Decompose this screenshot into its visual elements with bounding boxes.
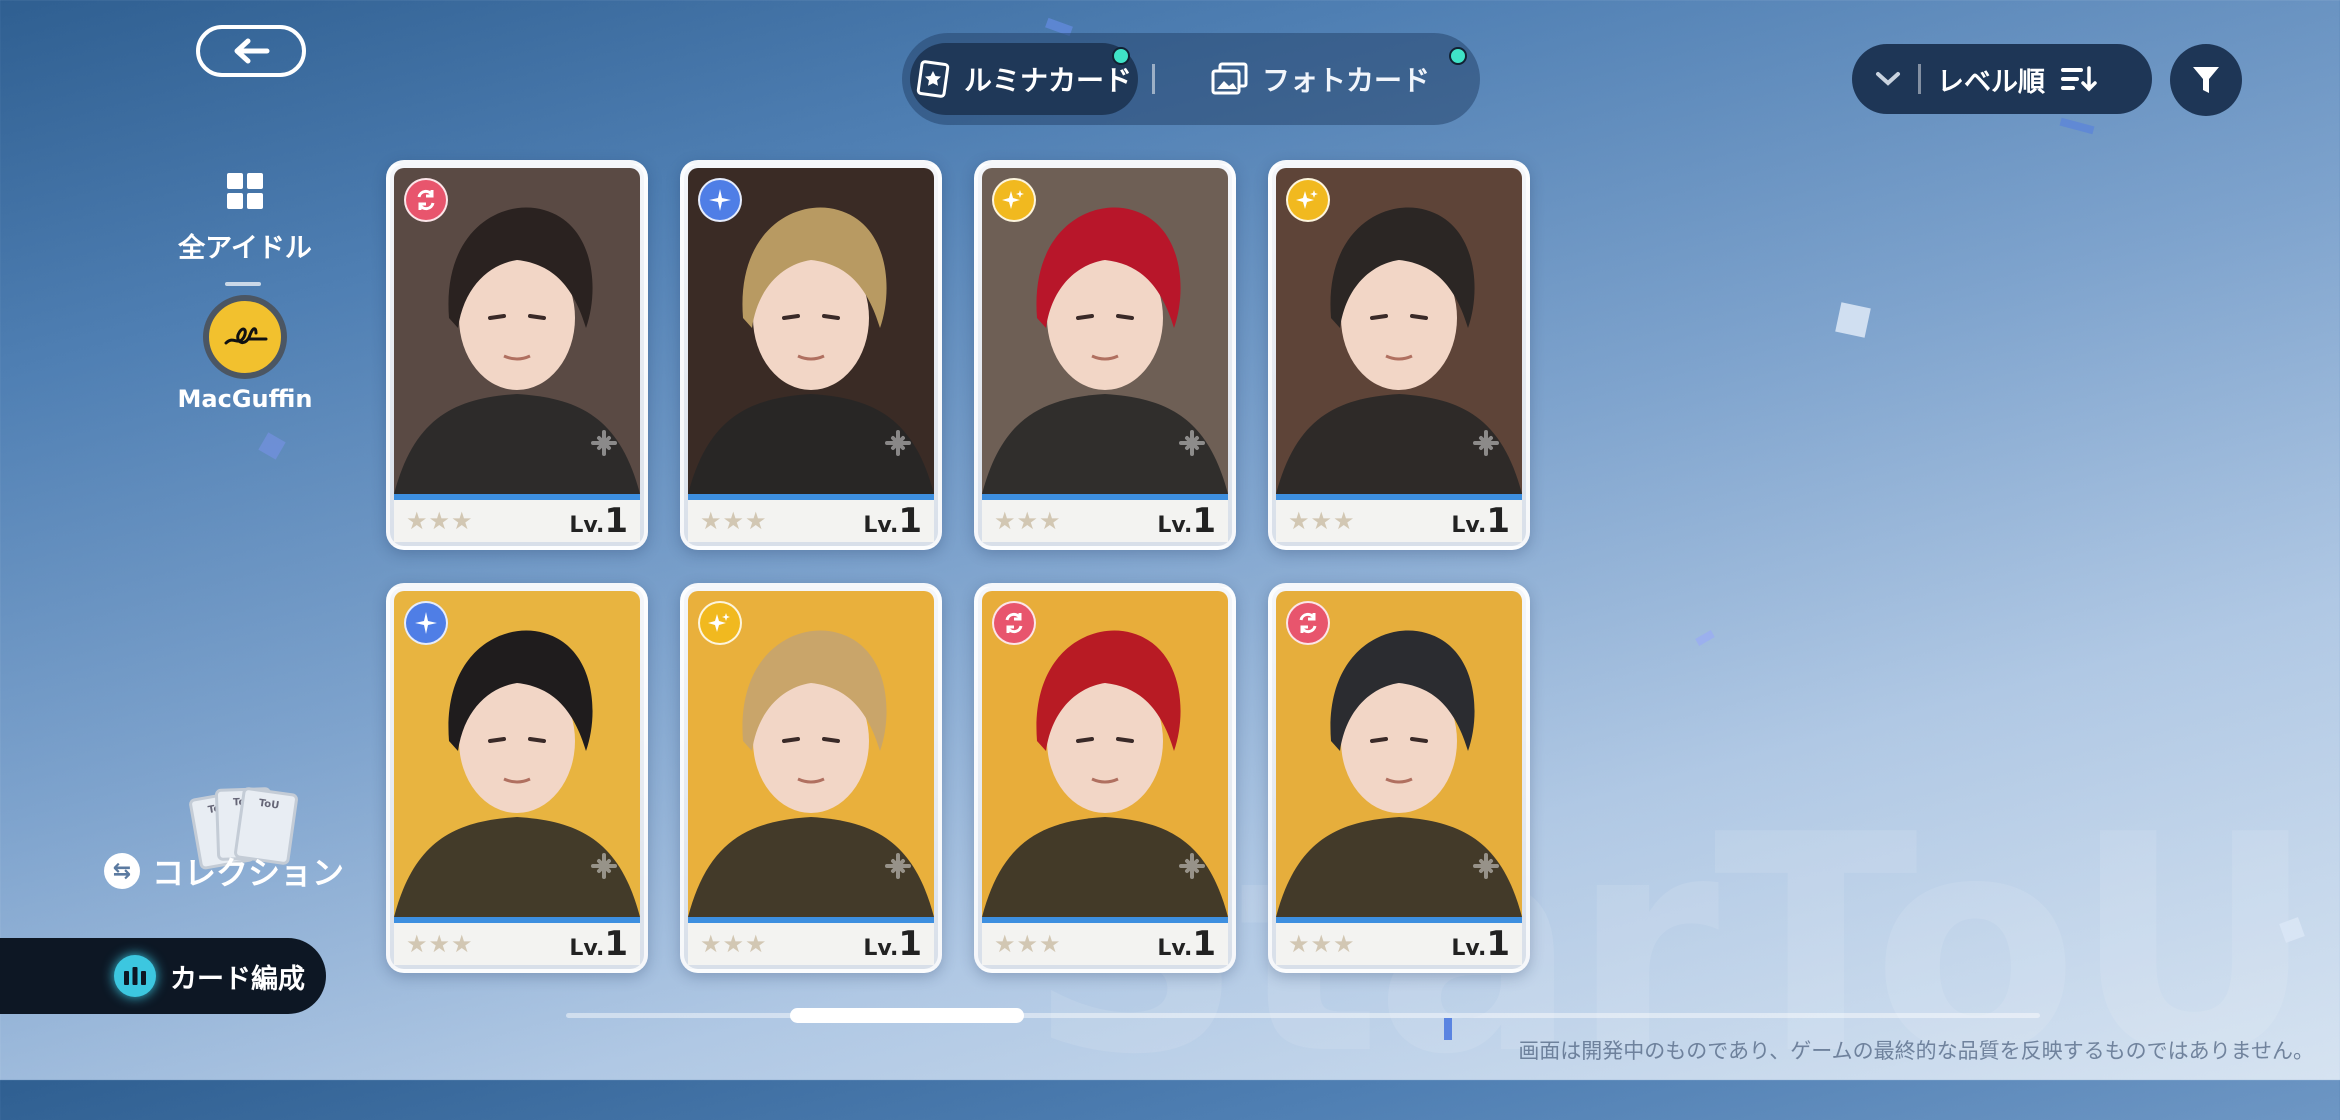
sort-control[interactable]: レベル順 (1852, 44, 2152, 114)
level-number: 1 (1486, 501, 1510, 541)
tab-lumina-card[interactable]: ルミナカード (910, 43, 1138, 115)
level-prefix: Lv. (1451, 936, 1487, 961)
card-footer: ★★★ Lv.1 (1276, 500, 1522, 542)
confetti-decoration (1835, 302, 1871, 338)
notification-dot (1449, 47, 1467, 65)
scrollbar-track[interactable] (566, 1013, 2040, 1018)
sort-divider (1918, 64, 1921, 94)
sparkle-icon (698, 178, 742, 222)
rarity-stars: ★★★ (1288, 507, 1356, 535)
star-icon (992, 178, 1036, 222)
rarity-stars: ★★★ (1288, 930, 1356, 958)
idol-card[interactable]: ★★★ Lv.1 (386, 160, 648, 550)
deck-icon (114, 955, 156, 997)
star-icon (1286, 178, 1330, 222)
card-footer: ★★★ Lv.1 (394, 500, 640, 542)
selected-indicator (225, 282, 261, 286)
idol-card[interactable]: ★★★ Lv.1 (974, 583, 1236, 973)
swap-icon (404, 178, 448, 222)
card-level: Lv.1 (863, 501, 922, 541)
card-level: Lv.1 (569, 501, 628, 541)
idol-card[interactable]: ★★★ Lv.1 (680, 160, 942, 550)
scrollbar-thumb[interactable] (790, 1008, 1024, 1023)
idol-card[interactable]: ★★★ Lv.1 (1268, 160, 1530, 550)
sidebar-item-all-idols[interactable]: 全アイドル (170, 172, 320, 265)
collection-label-row: ⇆ コレクション (104, 848, 344, 894)
chevron-down-icon[interactable] (1874, 69, 1902, 89)
collection-button[interactable]: ToU ToU ToU ⇆ コレクション (104, 780, 344, 910)
group-logo-icon (203, 295, 287, 379)
level-prefix: Lv. (1157, 513, 1193, 538)
card-footer: ★★★ Lv.1 (394, 923, 640, 965)
grid-icon (227, 173, 263, 209)
star-icon (698, 601, 742, 645)
level-prefix: Lv. (1451, 513, 1487, 538)
idol-card[interactable]: ★★★ Lv.1 (386, 583, 648, 973)
sidebar-item-macguffin[interactable]: MacGuffin (170, 295, 320, 413)
rarity-stars: ★★★ (700, 507, 768, 535)
level-number: 1 (1192, 501, 1216, 541)
card-formation-label: カード編成 (170, 963, 305, 995)
tab-label: ルミナカード (963, 64, 1132, 97)
level-prefix: Lv. (569, 936, 605, 961)
card-formation-button[interactable]: カード編成 (0, 938, 326, 1014)
idol-card[interactable]: ★★★ Lv.1 (680, 583, 942, 973)
filter-icon (2193, 67, 2219, 93)
card-level: Lv.1 (1451, 924, 1510, 964)
confetti-decoration (2059, 117, 2095, 135)
tab-divider (1152, 64, 1155, 94)
card-footer: ★★★ Lv.1 (688, 500, 934, 542)
idol-card[interactable]: ★★★ Lv.1 (1268, 583, 1530, 973)
level-number: 1 (898, 924, 922, 964)
photo-card-icon (1211, 62, 1248, 95)
confetti-decoration (258, 432, 286, 460)
card-footer: ★★★ Lv.1 (982, 500, 1228, 542)
collection-label: コレクション (152, 854, 345, 892)
rarity-stars: ★★★ (994, 507, 1062, 535)
rarity-stars: ★★★ (406, 507, 474, 535)
idol-card[interactable]: ★★★ Lv.1 (974, 160, 1236, 550)
card-footer: ★★★ Lv.1 (982, 923, 1228, 965)
sort-label: レベル順 (1937, 66, 2045, 98)
card-level: Lv.1 (569, 924, 628, 964)
rarity-stars: ★★★ (700, 930, 768, 958)
level-number: 1 (604, 924, 628, 964)
level-number: 1 (604, 501, 628, 541)
swap-icon (1286, 601, 1330, 645)
card-type-tabs: ルミナカード フォトカード (902, 33, 1480, 125)
level-number: 1 (898, 501, 922, 541)
rarity-stars: ★★★ (406, 930, 474, 958)
level-prefix: Lv. (1157, 936, 1193, 961)
level-number: 1 (1486, 924, 1510, 964)
card-level: Lv.1 (1157, 924, 1216, 964)
card-footer: ★★★ Lv.1 (688, 923, 934, 965)
card-level: Lv.1 (1451, 501, 1510, 541)
rarity-stars: ★★★ (994, 930, 1062, 958)
sort-order-icon (2061, 66, 2097, 92)
card-footer: ★★★ Lv.1 (1276, 923, 1522, 965)
tab-photo-card[interactable]: フォトカード (1195, 43, 1467, 115)
card-level: Lv.1 (863, 924, 922, 964)
swap-arrows-icon: ⇆ (104, 853, 140, 889)
sidebar-item-label: 全アイドル (178, 233, 312, 264)
disclaimer-text: 画面は開発中のものであり、ゲームの最終的な品質を反映するものではありません。 (1518, 1039, 2314, 1063)
level-prefix: Lv. (569, 513, 605, 538)
sparkle-icon (404, 601, 448, 645)
confetti-decoration (1444, 1018, 1452, 1040)
lumina-card-icon (916, 60, 950, 98)
arrow-left-icon (234, 38, 270, 64)
notification-dot (1112, 47, 1130, 65)
level-prefix: Lv. (863, 936, 899, 961)
filter-button[interactable] (2170, 44, 2242, 116)
card-level: Lv.1 (1157, 501, 1216, 541)
level-prefix: Lv. (863, 513, 899, 538)
swap-icon (992, 601, 1036, 645)
level-number: 1 (1192, 924, 1216, 964)
back-button[interactable] (196, 25, 306, 77)
sidebar-item-label: MacGuffin (177, 385, 313, 413)
confetti-decoration (1695, 630, 1715, 646)
tab-label: フォトカード (1261, 64, 1430, 97)
